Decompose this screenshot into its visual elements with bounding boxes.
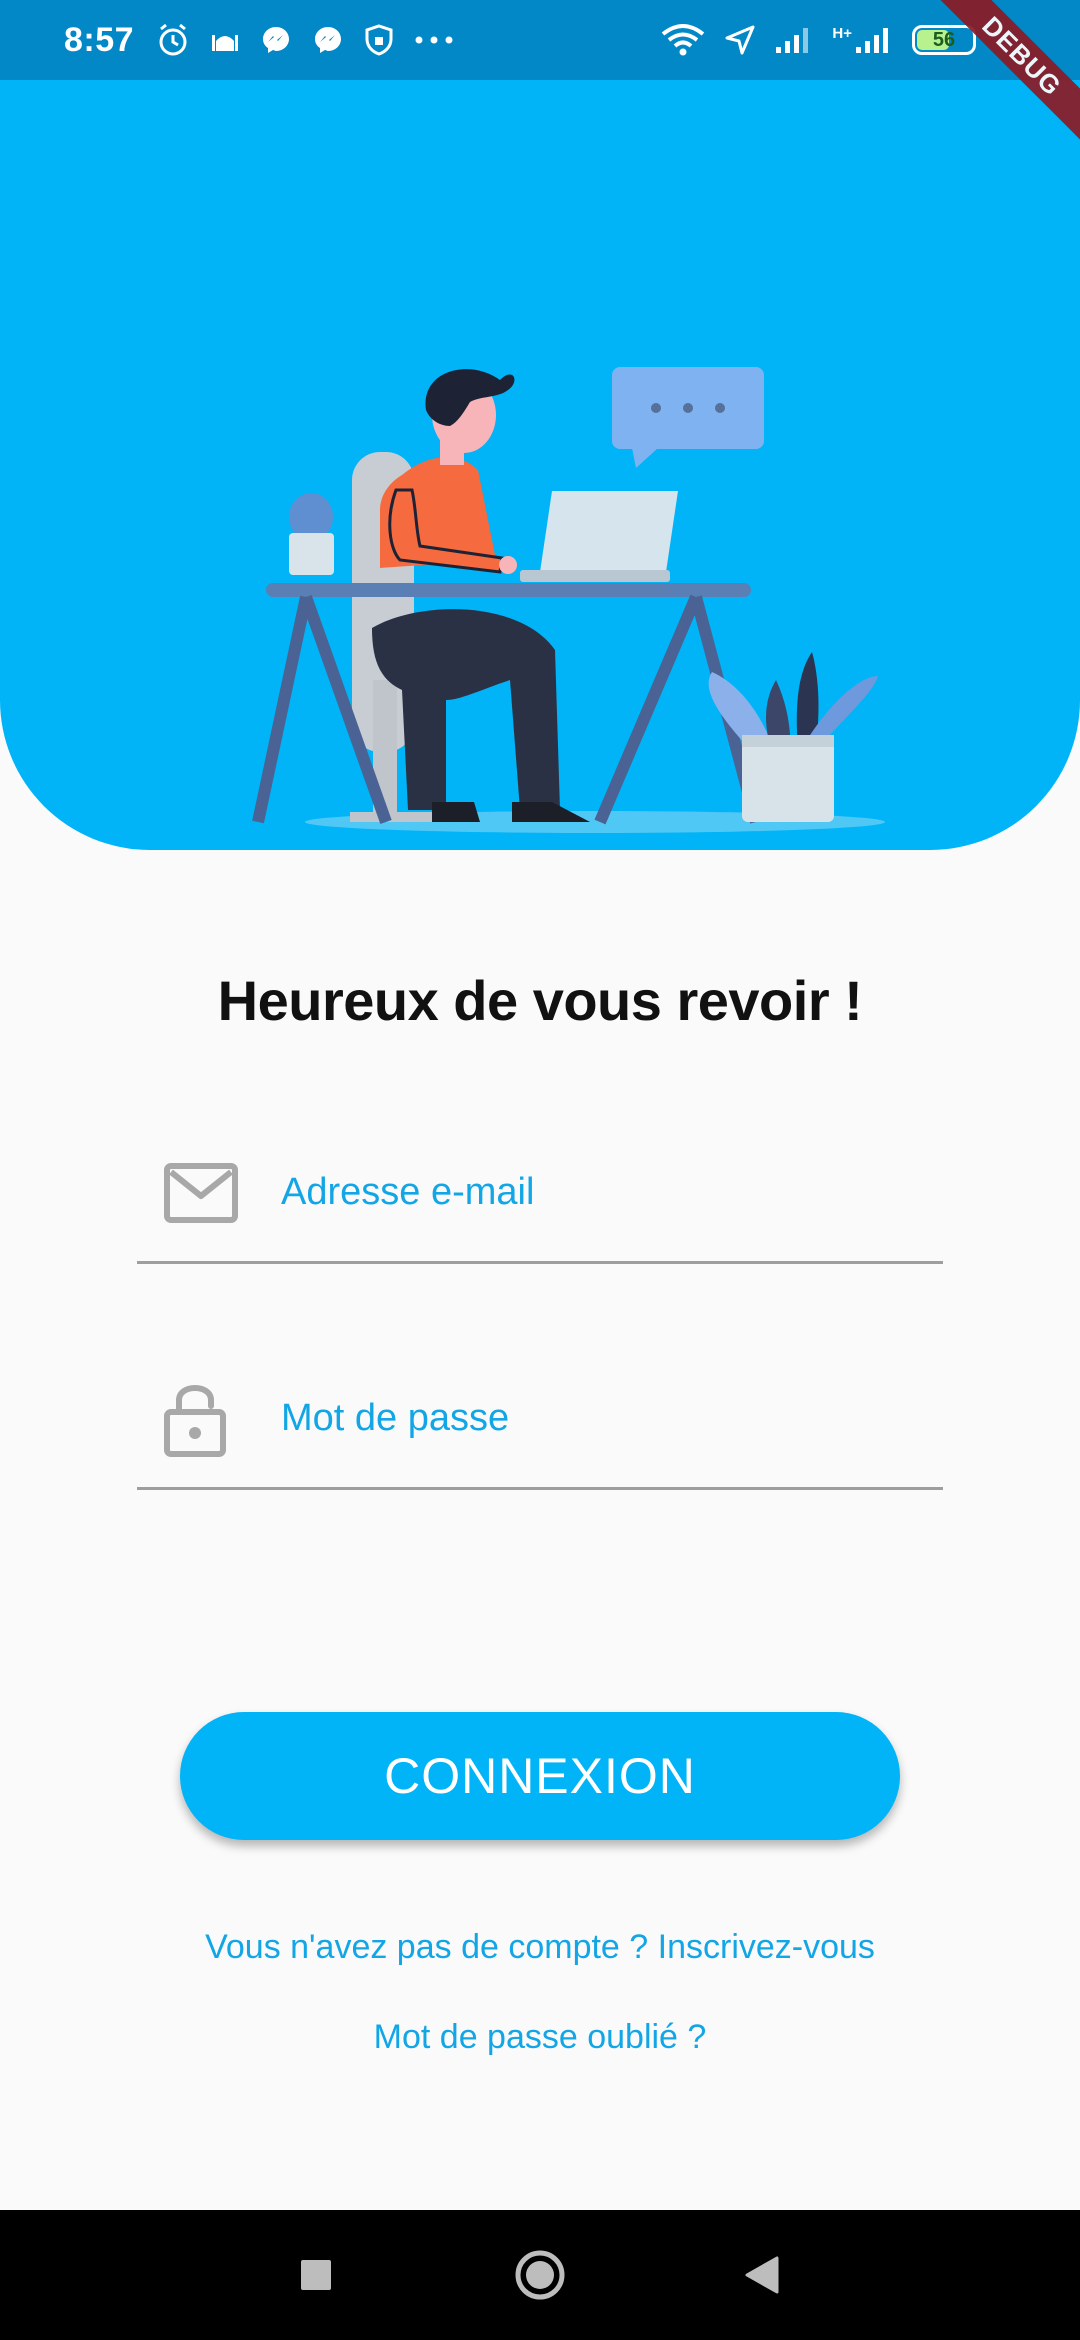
- network-type: H+: [832, 25, 894, 55]
- system-icons: H+ 56: [660, 23, 976, 57]
- mail-icon: [164, 1162, 238, 1223]
- lock-icon: [164, 1384, 226, 1457]
- shield-icon: [365, 24, 393, 56]
- email-input[interactable]: [281, 1124, 921, 1261]
- wifi-icon: [662, 24, 705, 56]
- messenger-icon: [315, 27, 342, 53]
- page-title: Heureux de vous revoir !: [217, 969, 863, 1032]
- notification-icons: [156, 23, 454, 57]
- messenger-icon: [263, 27, 290, 53]
- hero-banner: [0, 80, 1080, 850]
- home-circle-icon[interactable]: [514, 2249, 566, 2301]
- signal-icon: [776, 28, 809, 53]
- location-arrow-icon: [725, 25, 755, 55]
- email-field[interactable]: [137, 1124, 943, 1264]
- password-input[interactable]: [281, 1350, 921, 1487]
- signal-icon: [856, 28, 888, 53]
- navigation-bar: [0, 2210, 1080, 2340]
- more-dots-icon: [415, 36, 453, 44]
- battery-icon: 56: [912, 25, 976, 55]
- status-bar: 8:57 H+ 56: [0, 0, 1080, 80]
- login-button[interactable]: CONNEXION: [180, 1712, 900, 1840]
- password-field[interactable]: [137, 1350, 943, 1490]
- forgot-password-link[interactable]: Mot de passe oublié ?: [0, 2018, 1080, 2057]
- recents-square-icon[interactable]: [299, 2258, 333, 2292]
- network-type-label: H+: [832, 25, 852, 42]
- signup-link[interactable]: Vous n'avez pas de compte ? Inscrivez-vo…: [0, 1928, 1080, 1967]
- back-triangle-icon[interactable]: [743, 2255, 781, 2295]
- login-screen: 8:57 H+ 56 DEBUG Heureux de vous revoir …: [0, 0, 1080, 2340]
- mosque-icon: [212, 35, 239, 51]
- battery-level: 56: [932, 28, 956, 51]
- person-working-at-laptop-illustration: [252, 367, 885, 833]
- alarm-icon: [159, 23, 187, 56]
- status-time: 8:57: [64, 20, 135, 59]
